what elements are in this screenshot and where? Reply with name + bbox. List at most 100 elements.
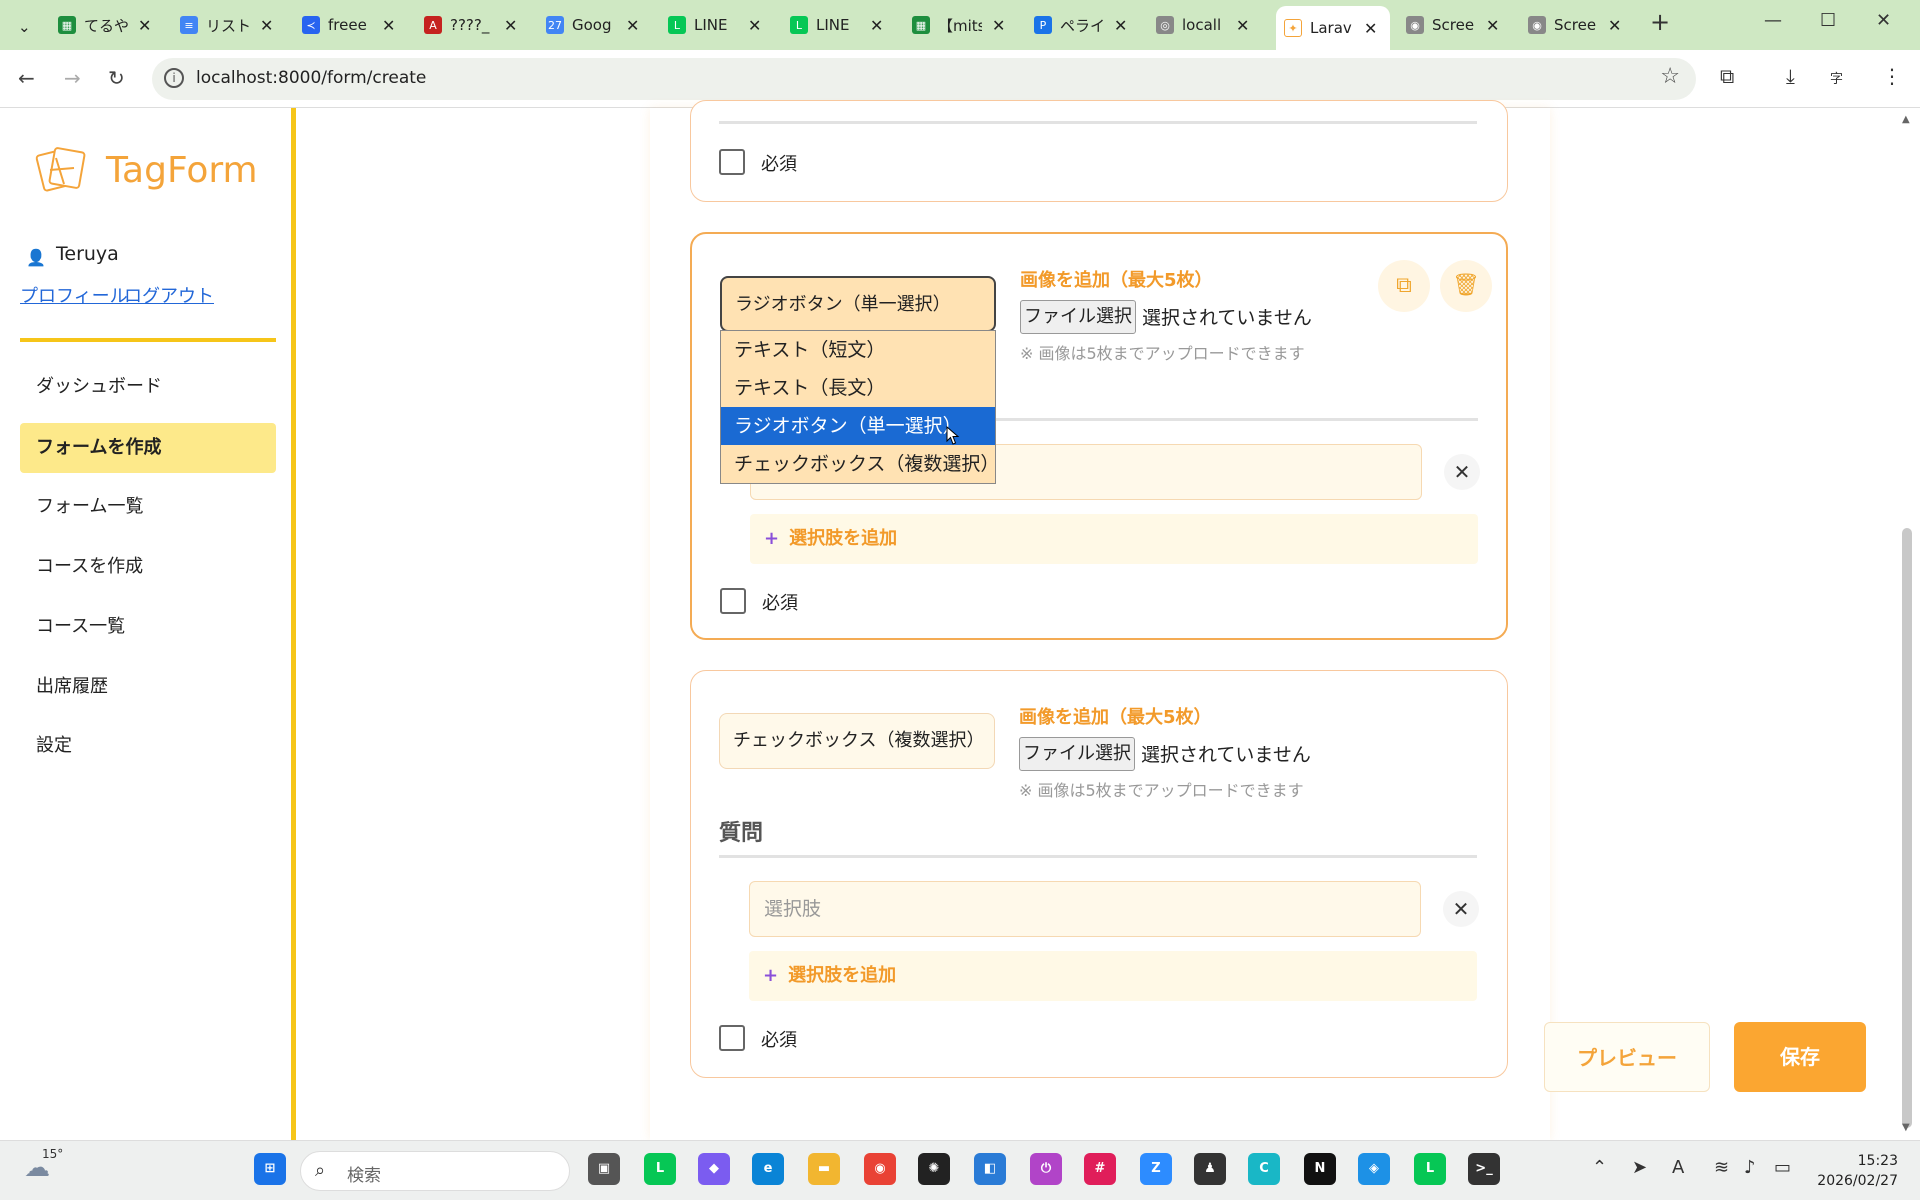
- logout-link[interactable]: ログアウト: [124, 282, 214, 308]
- tab-search-button[interactable]: ⌄: [10, 10, 40, 44]
- chrome-icon[interactable]: ◉: [864, 1153, 896, 1185]
- docker-icon[interactable]: ◈: [1358, 1153, 1390, 1185]
- person-app-icon[interactable]: ♟: [1194, 1153, 1226, 1185]
- location-icon[interactable]: ➤: [1632, 1157, 1647, 1178]
- close-icon[interactable]: ✕: [626, 16, 639, 35]
- close-icon[interactable]: ✕: [870, 16, 883, 35]
- required-checkbox[interactable]: [720, 588, 746, 614]
- close-icon[interactable]: ✕: [138, 16, 151, 35]
- sidebar-item-attendance[interactable]: 出席履歴: [20, 662, 276, 712]
- option-input[interactable]: 選択肢: [749, 881, 1421, 937]
- scroll-down-icon[interactable]: ▼: [1902, 1122, 1910, 1133]
- taskbar-clock[interactable]: 15:23 2026/02/27: [1817, 1151, 1898, 1191]
- back-arrow-icon[interactable]: ←: [18, 66, 35, 90]
- battery-icon[interactable]: ▭: [1774, 1157, 1791, 1178]
- windows-start-icon[interactable]: ⊞: [254, 1153, 286, 1185]
- close-icon[interactable]: ✕: [382, 16, 395, 35]
- close-icon[interactable]: ✕: [1486, 16, 1499, 35]
- page-scrollbar[interactable]: ▲ ▼: [1896, 108, 1920, 1140]
- browser-tab[interactable]: P ペライ ✕: [1026, 8, 1138, 42]
- add-option-button[interactable]: + 選択肢を追加: [749, 951, 1477, 1001]
- translate-icon[interactable]: 字: [1830, 68, 1843, 87]
- file-explorer-icon[interactable]: ▬: [808, 1153, 840, 1185]
- question-type-select[interactable]: チェックボックス（複数選択）: [719, 713, 995, 769]
- file-select-button[interactable]: ファイル選択: [1020, 300, 1136, 334]
- sidebar-item-create-form[interactable]: フォームを作成: [20, 423, 276, 473]
- sidebar-item-course-list[interactable]: コース一覧: [20, 602, 276, 652]
- reload-icon[interactable]: ↻: [108, 66, 125, 90]
- notion-icon[interactable]: N: [1304, 1153, 1336, 1185]
- canva-icon[interactable]: C: [1248, 1153, 1280, 1185]
- maximize-button[interactable]: ☐: [1820, 10, 1836, 31]
- browser-tab[interactable]: ≺ freee ✕: [294, 8, 406, 42]
- close-icon[interactable]: ✕: [1443, 891, 1479, 927]
- download-icon[interactable]: ⤓: [1786, 64, 1795, 88]
- sidebar-item-create-course[interactable]: コースを作成: [20, 542, 276, 592]
- edge-icon[interactable]: e: [752, 1153, 784, 1185]
- trash-icon[interactable]: 🗑: [1440, 260, 1492, 312]
- close-icon[interactable]: ✕: [1114, 16, 1127, 35]
- address-bar[interactable]: i localhost:8000/form/create ☆: [152, 58, 1696, 100]
- terminal-icon[interactable]: >_: [1468, 1153, 1500, 1185]
- volume-icon[interactable]: ♪: [1744, 1157, 1756, 1178]
- close-icon[interactable]: ✕: [260, 16, 273, 35]
- forward-arrow-icon[interactable]: →: [64, 66, 81, 90]
- close-icon[interactable]: ✕: [504, 16, 517, 35]
- dropdown-option[interactable]: チェックボックス（複数選択）: [721, 445, 999, 483]
- sidebar-item-form-list[interactable]: フォーム一覧: [20, 482, 276, 532]
- close-icon[interactable]: ✕: [1236, 16, 1249, 35]
- add-option-button[interactable]: + 選択肢を追加: [750, 514, 1478, 564]
- menu-kebab-icon[interactable]: ⋮: [1882, 64, 1902, 88]
- copy-icon[interactable]: ⧉: [1378, 260, 1430, 312]
- close-window-button[interactable]: ✕: [1876, 10, 1891, 31]
- browser-tab-active[interactable]: ✦ Larav ✕: [1276, 6, 1390, 50]
- close-icon[interactable]: ✕: [748, 16, 761, 35]
- browser-tab[interactable]: L LINE ✕: [660, 8, 772, 42]
- slack-icon[interactable]: #: [1084, 1153, 1116, 1185]
- required-checkbox[interactable]: [719, 1025, 745, 1051]
- dropdown-option[interactable]: テキスト（短文）: [721, 331, 995, 369]
- browser-tab[interactable]: ≡ リスト ✕: [172, 8, 284, 42]
- preview-button[interactable]: プレビュー: [1544, 1022, 1710, 1092]
- line-app-icon-2[interactable]: L: [1414, 1153, 1446, 1185]
- wifi-icon[interactable]: ≋: [1714, 1157, 1729, 1178]
- required-checkbox[interactable]: [719, 149, 745, 175]
- dropdown-option[interactable]: テキスト（長文）: [721, 369, 995, 407]
- bookmark-app-icon[interactable]: ◧: [974, 1153, 1006, 1185]
- minimize-button[interactable]: —: [1764, 10, 1782, 31]
- task-view-icon[interactable]: ▣: [588, 1153, 620, 1185]
- close-icon[interactable]: ✕: [1364, 19, 1377, 38]
- profile-link[interactable]: プロフィール: [20, 282, 128, 308]
- browser-tab[interactable]: ◉ Scree ✕: [1398, 8, 1510, 42]
- browser-tab[interactable]: ◉ Scree ✕: [1520, 8, 1632, 42]
- chatgpt-icon[interactable]: ✺: [918, 1153, 950, 1185]
- new-tab-button[interactable]: +: [1650, 8, 1670, 36]
- scroll-up-icon[interactable]: ▲: [1902, 114, 1910, 125]
- sidebar-item-dashboard[interactable]: ダッシュボード: [20, 362, 276, 412]
- zoom-icon[interactable]: Z: [1140, 1153, 1172, 1185]
- browser-tab[interactable]: A ????_ ✕: [416, 8, 528, 42]
- taskbar-search[interactable]: ⌕ 検索: [300, 1151, 570, 1191]
- sidebar-item-settings[interactable]: 設定: [20, 721, 276, 771]
- copilot-icon[interactable]: ◆: [698, 1153, 730, 1185]
- tray-chevron-icon[interactable]: ⌃: [1592, 1157, 1607, 1178]
- save-button[interactable]: 保存: [1734, 1022, 1866, 1092]
- browser-tab[interactable]: L LINE ✕: [782, 8, 894, 42]
- question-type-select[interactable]: ラジオボタン（単一選択）: [720, 276, 996, 332]
- close-icon[interactable]: ✕: [992, 16, 1005, 35]
- url-text[interactable]: localhost:8000/form/create: [196, 68, 426, 88]
- close-icon[interactable]: ✕: [1444, 454, 1480, 490]
- extensions-icon[interactable]: ⧉: [1720, 64, 1734, 88]
- ime-icon[interactable]: A: [1672, 1157, 1684, 1178]
- scrollbar-thumb[interactable]: [1902, 528, 1912, 1128]
- browser-tab[interactable]: ◎ locall ✕: [1148, 8, 1260, 42]
- info-icon[interactable]: i: [164, 68, 184, 88]
- file-select-button[interactable]: ファイル選択: [1019, 737, 1135, 771]
- browser-tab[interactable]: ▦ てるや ✕: [50, 8, 162, 42]
- close-icon[interactable]: ✕: [1608, 16, 1621, 35]
- line-app-icon[interactable]: L: [644, 1153, 676, 1185]
- power-app-icon[interactable]: ⏻: [1030, 1153, 1062, 1185]
- browser-tab[interactable]: 27 Goog ✕: [538, 8, 650, 42]
- browser-tab[interactable]: ▦ 【mits ✕: [904, 8, 1016, 42]
- bookmark-star-icon[interactable]: ☆: [1660, 64, 1680, 89]
